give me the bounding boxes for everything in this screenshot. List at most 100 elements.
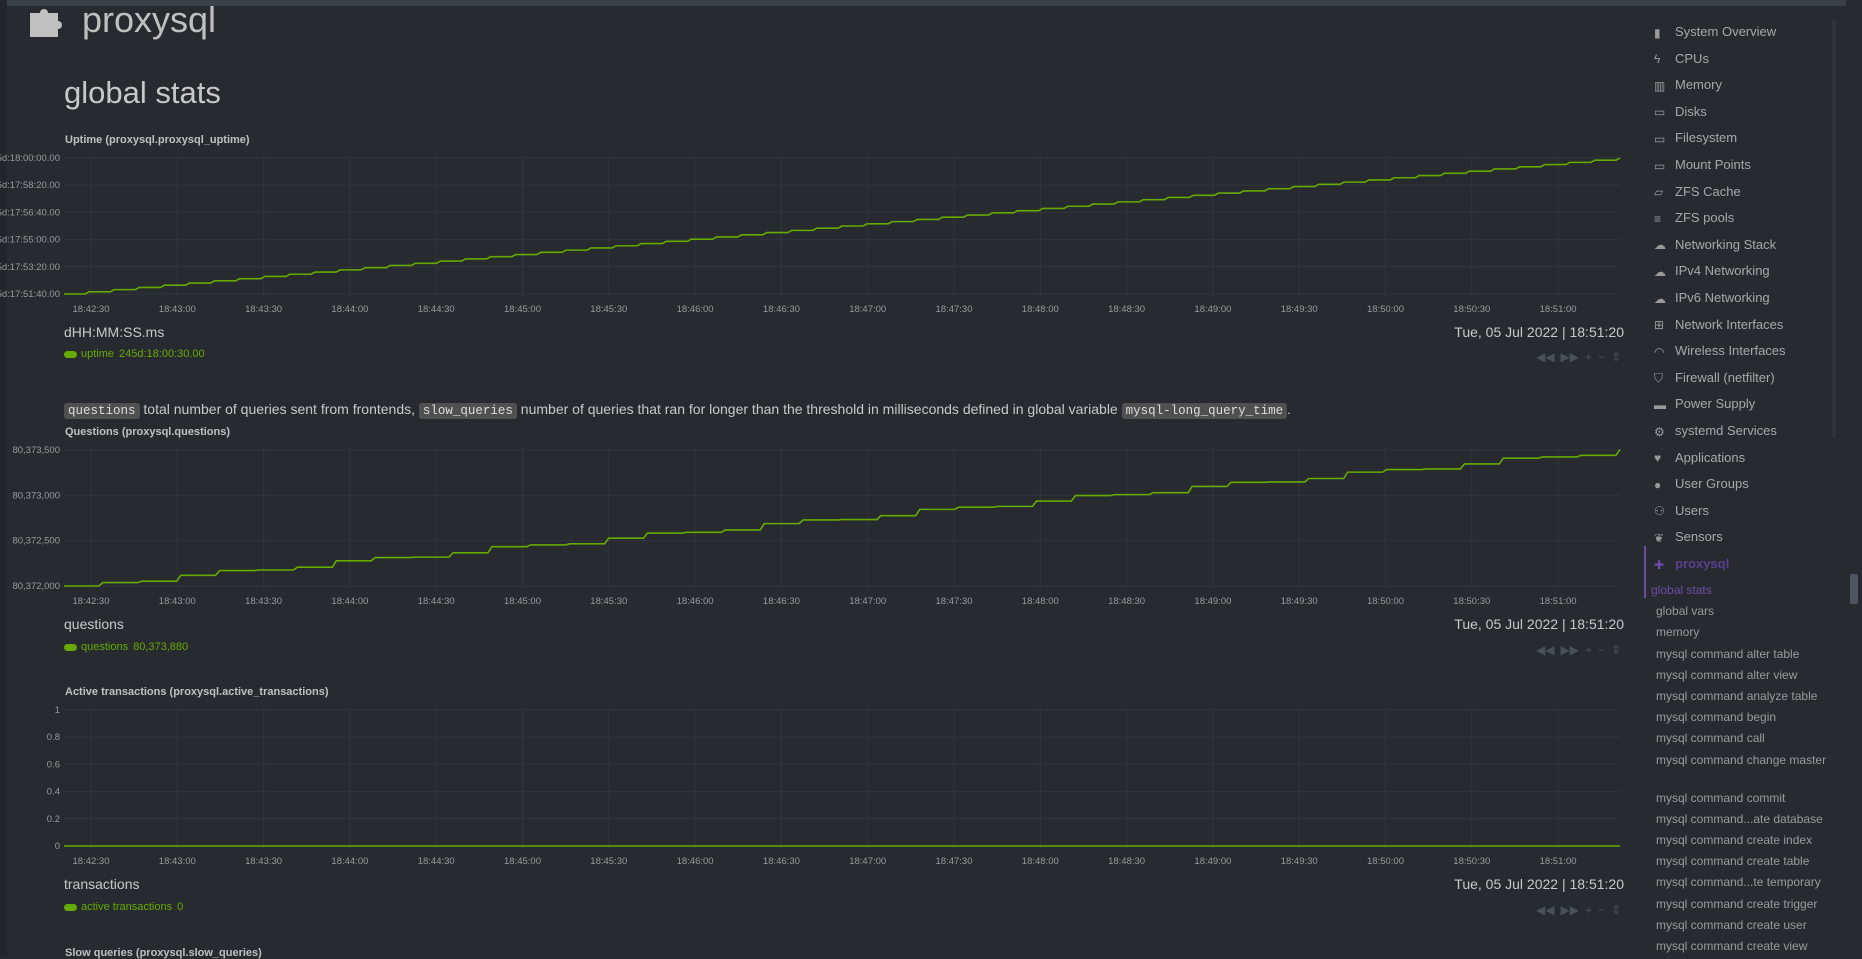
zoom-in-icon[interactable]: + xyxy=(1585,903,1592,917)
sidebar-subitem[interactable]: mysql command call xyxy=(1656,730,1834,747)
legend-questions[interactable]: questions 80,373,880 xyxy=(64,641,188,653)
sidebar-item-cpus[interactable]: ϟ CPUs xyxy=(1654,50,1709,67)
folder-icon: ▱ xyxy=(1654,185,1664,200)
zoom-out-icon[interactable]: − xyxy=(1598,350,1605,364)
sidebar-subitem[interactable]: mysql command create table xyxy=(1656,853,1834,870)
x-tick-label: 18:46:00 xyxy=(677,856,714,867)
sidebar-item-label: User Groups xyxy=(1675,476,1749,492)
bookmark-icon: ▮ xyxy=(1654,25,1661,40)
x-tick-label: 18:51:00 xyxy=(1540,304,1577,315)
wifi-icon: ◠ xyxy=(1654,344,1665,359)
sidebar-item-label: CPUs xyxy=(1675,50,1709,66)
zoom-out-icon[interactable]: − xyxy=(1598,643,1605,657)
hdd-icon: ▭ xyxy=(1654,158,1666,173)
sidebar-item-power-supply[interactable]: ▬ Power Supply xyxy=(1654,396,1755,412)
questions-chart[interactable]: 18:42:30 18:43:00 18:43:30 18:44:00 18:44:30… xyxy=(0,442,1640,612)
sidebar-item-wireless-interfaces[interactable]: ◠ Wireless Interfaces xyxy=(1654,343,1786,359)
sidebar-item-applications[interactable]: ♥ Applications xyxy=(1654,450,1745,466)
app-name: proxysql xyxy=(82,0,217,40)
resize-icon[interactable]: ⇕ xyxy=(1611,903,1621,917)
sidebar-subitem[interactable]: mysql command create trigger xyxy=(1656,896,1834,913)
x-tick-label: 18:44:00 xyxy=(331,856,368,867)
zoom-in-icon[interactable]: + xyxy=(1585,643,1592,657)
sidebar-subitem[interactable]: memory xyxy=(1656,624,1834,641)
resize-icon[interactable]: ⇕ xyxy=(1611,643,1621,657)
pan-left-icon[interactable]: ◀◀ xyxy=(1536,350,1554,364)
sidebar-item-firewall-netfilter-[interactable]: ⛉ Firewall (netfilter) xyxy=(1654,370,1775,386)
sidebar-subitem[interactable]: global stats xyxy=(1651,582,1829,599)
sidebar-item-proxysql[interactable]: ✚ proxysql xyxy=(1654,556,1730,572)
sidebar-item-disks[interactable]: ▭ Disks xyxy=(1654,103,1707,120)
zoom-in-icon[interactable]: + xyxy=(1585,350,1592,364)
sidebar-item-label: Disks xyxy=(1675,103,1707,119)
x-tick-label: 18:47:30 xyxy=(936,856,973,867)
chart-toolbox: ◀◀ ▶▶ + − ⇕ xyxy=(1536,643,1621,657)
y-tick-label: 80,372,000 xyxy=(12,581,60,592)
sidebar-item-mount-points[interactable]: ▭ Mount Points xyxy=(1654,157,1751,173)
legend-active-transactions[interactable]: active transactions 0 xyxy=(64,901,183,913)
y-tick-label: 245d:17:51:40.00 xyxy=(0,289,60,300)
resize-icon[interactable]: ⇕ xyxy=(1611,350,1621,364)
x-tick-label: 18:48:30 xyxy=(1108,596,1145,607)
sidebar-item-memory[interactable]: ▥ Memory xyxy=(1654,77,1722,93)
x-tick-label: 18:45:00 xyxy=(504,856,541,867)
sidebar-item-ipv4-networking[interactable]: ☁ IPv4 Networking xyxy=(1654,263,1770,279)
sidebar-item-system-overview[interactable]: ▮ System Overview xyxy=(1654,24,1776,40)
sidebar-scrollbar[interactable] xyxy=(1832,20,1836,438)
sidebar-subitem[interactable]: mysql command begin xyxy=(1656,709,1834,726)
sidebar-item-zfs-cache[interactable]: ▱ ZFS Cache xyxy=(1654,184,1741,200)
chart-date: Tue, 05 Jul 2022 | 18:51:20 xyxy=(1454,616,1624,632)
sidebar-item-user-groups[interactable]: ● User Groups xyxy=(1654,476,1749,492)
sidebar-subitem[interactable]: global vars xyxy=(1656,603,1834,620)
sidebar-item-label: Filesystem xyxy=(1675,130,1738,146)
pan-right-icon[interactable]: ▶▶ xyxy=(1560,350,1578,364)
x-tick-label: 18:46:30 xyxy=(763,596,800,607)
chart-units: transactions xyxy=(64,876,140,892)
y-tick-label: 0.8 xyxy=(47,732,60,743)
app-logo[interactable]: proxysql xyxy=(28,0,216,40)
chart-title-active-transactions: Active transactions (proxysql.active_tra… xyxy=(65,686,329,698)
zoom-out-icon[interactable]: − xyxy=(1598,903,1605,917)
database-icon: ≡ xyxy=(1654,211,1662,226)
legend-uptime[interactable]: uptime 245d:18:00:30.00 xyxy=(64,348,205,360)
pan-right-icon[interactable]: ▶▶ xyxy=(1560,643,1578,657)
sidebar-item-filesystem[interactable]: ▭ Filesystem xyxy=(1654,130,1738,146)
page-scrollbar[interactable] xyxy=(1846,0,1862,957)
sidebar-subitem[interactable]: mysql command alter view xyxy=(1656,667,1834,684)
sidebar-item-users[interactable]: ⚇ Users xyxy=(1654,503,1709,519)
x-tick-label: 18:43:30 xyxy=(245,596,282,607)
sidebar-subitem[interactable]: mysql command create user xyxy=(1656,917,1834,934)
sidebar-subitem[interactable]: mysql command alter table xyxy=(1656,646,1834,663)
sidebar-item-network-interfaces[interactable]: ⊞ Network Interfaces xyxy=(1654,317,1783,333)
x-tick-label: 18:49:30 xyxy=(1281,304,1318,315)
y-tick-label: 245d:17:58:20.00 xyxy=(0,180,60,191)
sidebar-item-systemd-services[interactable]: ⚙ systemd Services xyxy=(1654,423,1777,439)
sidebar-item-sensors[interactable]: ❦ Sensors xyxy=(1654,529,1723,545)
sidebar-subitem[interactable]: mysql command change master xyxy=(1656,752,1834,769)
x-tick-label: 18:45:00 xyxy=(504,304,541,315)
sidebar-subitem[interactable]: mysql command...ate database xyxy=(1656,811,1834,828)
sidebar-item-ipv6-networking[interactable]: ☁ IPv6 Networking xyxy=(1654,290,1770,306)
y-tick-label: 245d:17:56:40.00 xyxy=(0,207,60,218)
memory-icon: ▥ xyxy=(1654,78,1666,93)
sidebar-subitem[interactable]: mysql command...te temporary xyxy=(1656,874,1834,891)
uptime-chart[interactable]: 18:42:30 18:43:00 18:43:30 18:44:00 18:44:30… xyxy=(0,150,1640,320)
legend-value: 245d:18:00:30.00 xyxy=(119,348,205,360)
sidebar-subitem[interactable]: mysql command create view xyxy=(1656,938,1834,955)
x-tick-label: 18:46:00 xyxy=(677,596,714,607)
sidebar-item-label: proxysql xyxy=(1675,556,1730,571)
sidebar-subitem[interactable]: mysql command analyze table xyxy=(1656,688,1834,705)
sidebar-item-networking-stack[interactable]: ☁ Networking Stack xyxy=(1654,237,1776,253)
scrollbar-thumb[interactable] xyxy=(1850,574,1858,604)
sidebar-subitem[interactable]: mysql command create index xyxy=(1656,832,1834,849)
pan-right-icon[interactable]: ▶▶ xyxy=(1560,903,1578,917)
pan-left-icon[interactable]: ◀◀ xyxy=(1536,903,1554,917)
active-transactions-chart[interactable]: 18:42:30 18:43:00 18:43:30 18:44:00 18:44:30… xyxy=(0,702,1640,872)
pan-left-icon[interactable]: ◀◀ xyxy=(1536,643,1554,657)
sidebar-item-zfs-pools[interactable]: ≡ ZFS pools xyxy=(1654,210,1734,226)
x-tick-label: 18:47:30 xyxy=(936,304,973,315)
series-line xyxy=(64,157,1621,295)
info-text-1: total number of queries sent from fronte… xyxy=(139,401,419,417)
x-tick-label: 18:46:30 xyxy=(763,856,800,867)
sidebar-subitem[interactable]: mysql command commit xyxy=(1656,790,1834,807)
